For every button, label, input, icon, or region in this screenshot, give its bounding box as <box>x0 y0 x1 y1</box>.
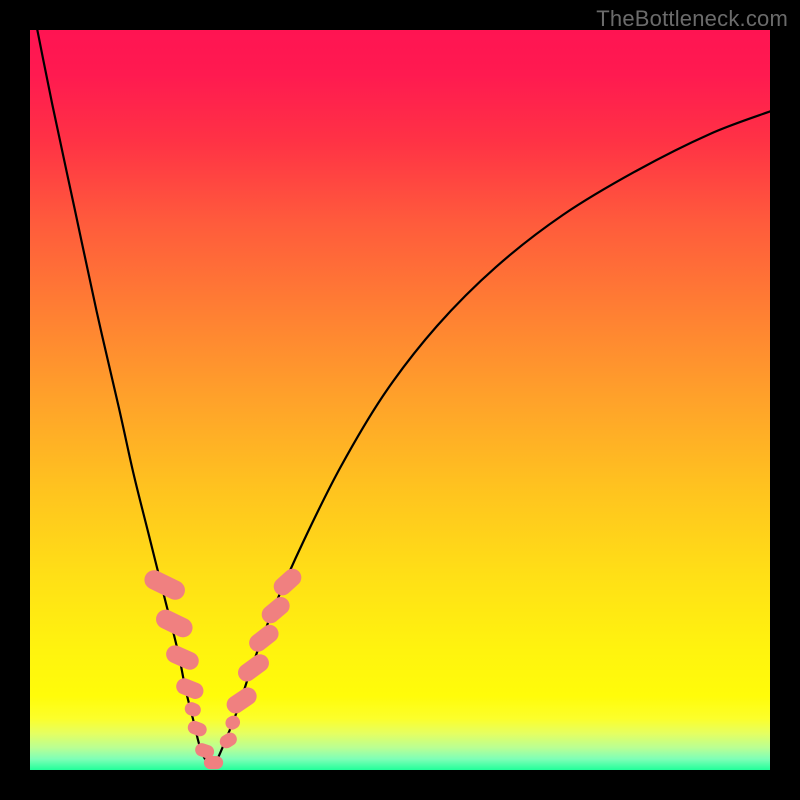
marker-point <box>270 565 305 599</box>
marker-point <box>223 713 243 732</box>
marker-point <box>204 756 223 769</box>
marker-point <box>174 676 206 702</box>
watermark-text: TheBottleneck.com <box>596 6 788 32</box>
chart-frame: TheBottleneck.com <box>0 0 800 800</box>
marker-point <box>183 700 203 718</box>
marker-point <box>217 730 239 751</box>
plot-area <box>30 30 770 770</box>
bottleneck-curve <box>30 30 770 764</box>
marker-point <box>234 651 272 685</box>
marker-layer <box>141 565 305 769</box>
chart-svg <box>30 30 770 770</box>
marker-point <box>246 621 283 655</box>
marker-point <box>186 719 209 738</box>
marker-point <box>258 593 293 627</box>
marker-point <box>223 684 260 717</box>
